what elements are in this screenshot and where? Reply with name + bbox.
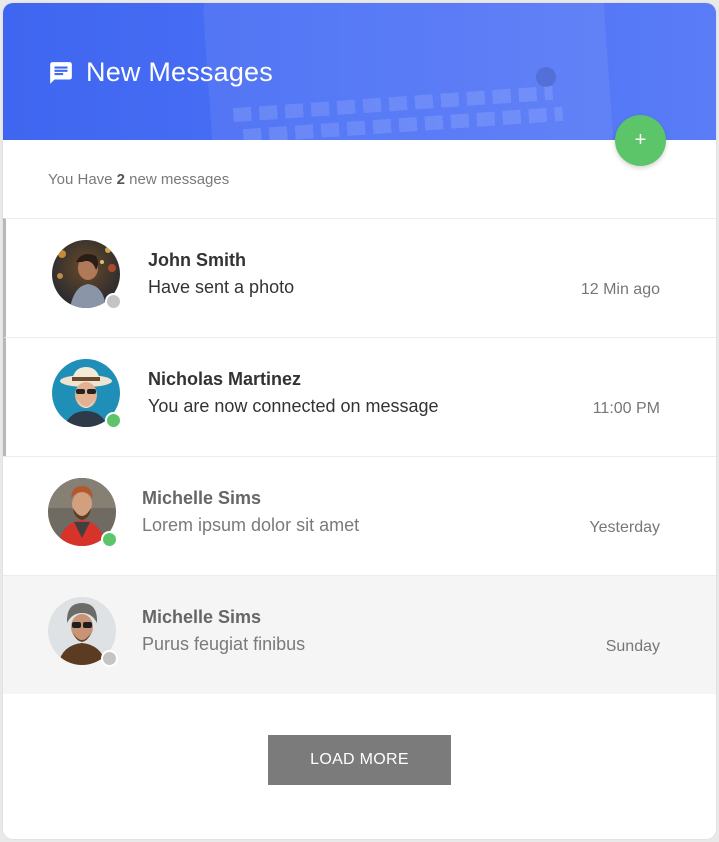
message-time: Sunday — [605, 638, 660, 655]
add-message-button[interactable]: + — [615, 115, 666, 166]
sender-name: Michelle Sims — [142, 607, 262, 627]
page-title: New Messages — [86, 57, 273, 87]
message-preview: You are now connected on message — [148, 396, 439, 416]
message-row[interactable]: Michelle Sims Purus feugiat finibus Sund… — [3, 575, 716, 694]
sender-name: Michelle Sims — [142, 488, 262, 508]
avatar — [52, 359, 122, 429]
message-preview: Lorem ipsum dolor sit amet — [142, 515, 360, 535]
message-time: 12 Min ago — [580, 281, 660, 298]
messages-header: New Messages — [3, 3, 716, 140]
sender-name: John Smith — [148, 250, 246, 270]
summary-suffix: new messages — [125, 171, 230, 188]
message-list: John Smith Have sent a photo 12 Min ago — [3, 218, 716, 694]
new-messages-summary: You Have 2 new messages — [48, 171, 229, 188]
sender-name: Nicholas Martinez — [148, 369, 302, 389]
load-more-button[interactable]: LOAD MORE — [268, 735, 451, 785]
avatar — [48, 478, 118, 548]
status-indicator-offline — [105, 293, 122, 310]
message-row[interactable]: Michelle Sims Lorem ipsum dolor sit amet… — [3, 456, 716, 575]
status-indicator-online — [101, 531, 118, 548]
message-time: Yesterday — [589, 519, 660, 536]
status-indicator-online — [105, 412, 122, 429]
summary-prefix: You Have — [48, 171, 117, 188]
new-messages-count: 2 — [116, 171, 126, 188]
status-indicator-offline — [101, 650, 118, 667]
avatar — [52, 240, 122, 310]
chat-icon — [48, 60, 74, 86]
message-row[interactable]: John Smith Have sent a photo 12 Min ago — [3, 218, 716, 337]
messages-card: New Messages + You Have 2 new messages J… — [3, 3, 716, 839]
message-preview: Have sent a photo — [148, 277, 295, 297]
header-title-group: New Messages — [48, 57, 273, 88]
avatar — [48, 597, 118, 667]
message-preview: Purus feugiat finibus — [142, 634, 306, 654]
message-row[interactable]: Nicholas Martinez You are now connected … — [3, 337, 716, 456]
message-time: 11:00 PM — [592, 400, 660, 417]
header-background-button — [536, 67, 556, 87]
